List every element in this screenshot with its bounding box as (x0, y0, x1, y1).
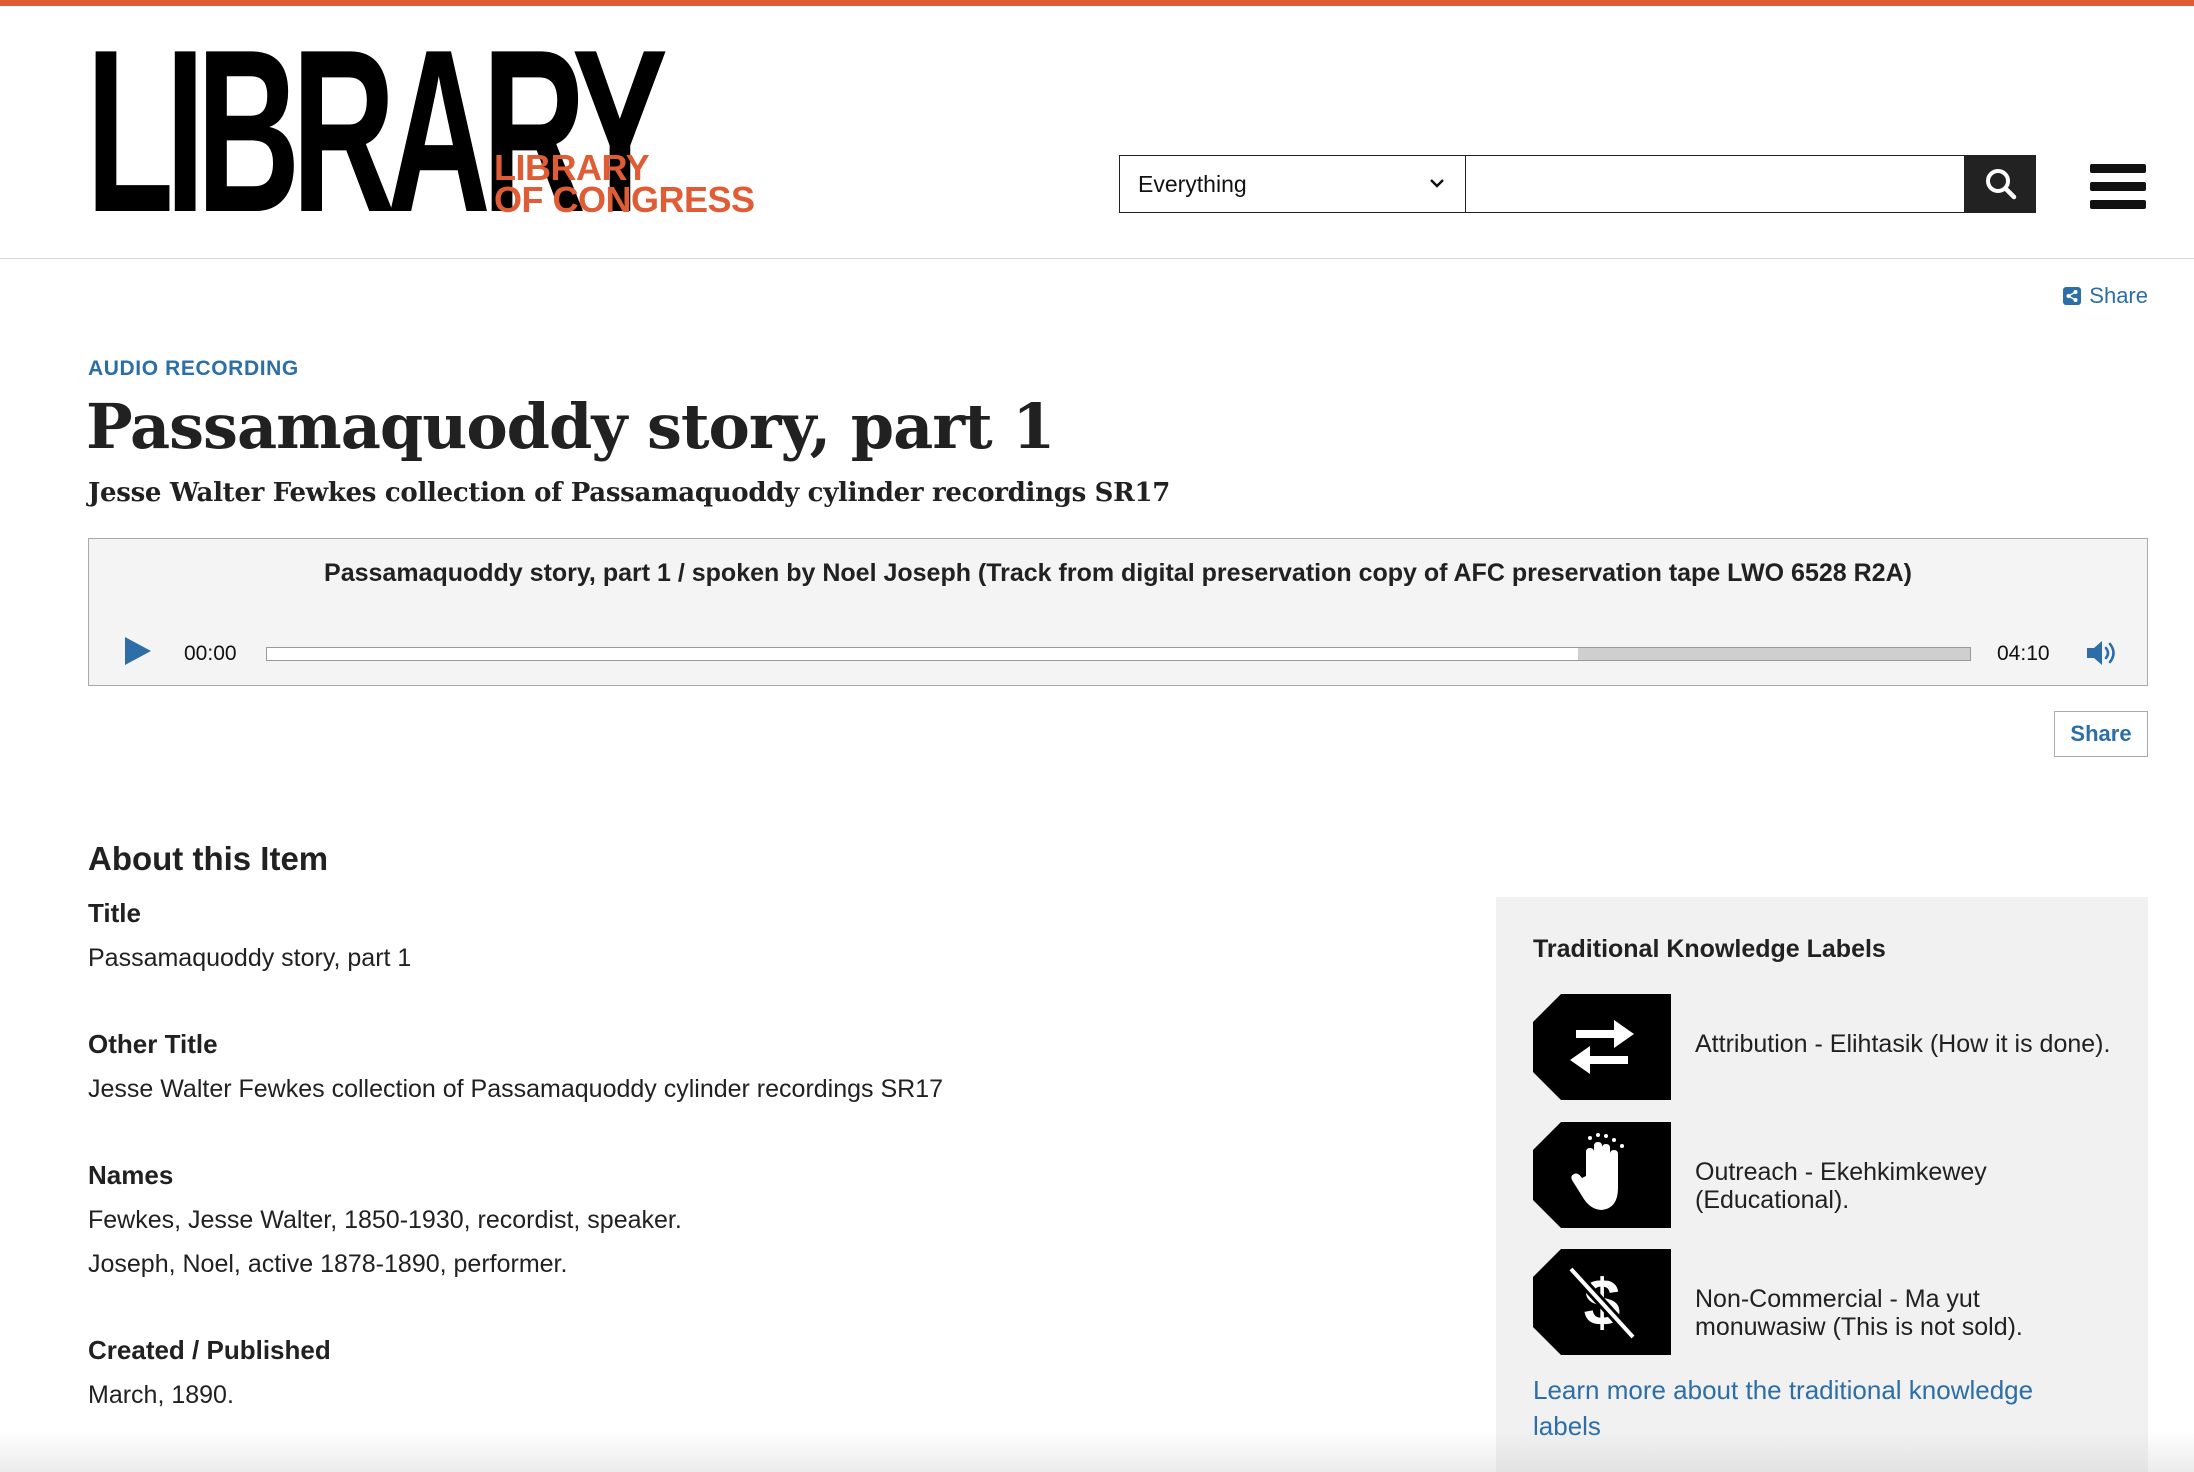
outreach-hand-icon (1533, 1122, 1671, 1228)
field-label-title: Title (88, 898, 141, 928)
library-of-congress-logo[interactable]: LIBRARY OF CONGRESS (494, 150, 755, 220)
logo-line-2: OF CONGRESS (494, 179, 755, 220)
field-label-names: Names (88, 1160, 174, 1190)
tk-label-text: Outreach - Ekehkimkewey (Educational). (1695, 1158, 1987, 1214)
field-label-other-title: Other Title (88, 1029, 218, 1059)
bottom-fade (0, 1430, 2194, 1472)
search-button[interactable] (1965, 155, 2036, 213)
field-label-created-published: Created / Published (88, 1335, 331, 1365)
tk-label-item[interactable]: Outreach - Ekehkimkewey (Educational). (1533, 1122, 2123, 1228)
current-time: 00:00 (184, 642, 237, 665)
duration: 04:10 (1997, 642, 2050, 665)
share-icon (2063, 287, 2082, 305)
site-header: LIBRARY LIBRARY OF CONGRESS Everything (0, 6, 2194, 259)
chevron-down-icon (1430, 179, 1444, 188)
tk-labels-panel: Traditional Knowledge Labels Attribution… (1496, 897, 2148, 1472)
attribution-arrows-icon (1533, 994, 1671, 1100)
share-label: Share (2089, 283, 2148, 308)
search-input[interactable] (1465, 155, 1965, 213)
search-icon (1985, 169, 2016, 200)
field-value-name[interactable]: Joseph, Noel, active 1878-1890, performe… (88, 1250, 567, 1279)
page-subtitle[interactable]: Jesse Walter Fewkes collection of Passam… (88, 478, 1170, 508)
play-icon[interactable] (125, 637, 151, 665)
volume-icon[interactable] (2085, 639, 2119, 667)
buffered-range (1578, 648, 1970, 660)
tk-heading: Traditional Knowledge Labels (1533, 935, 1886, 963)
audio-player: Passamaquoddy story, part 1 / spoken by … (88, 538, 2148, 686)
hamburger-menu-icon[interactable] (2090, 164, 2146, 212)
about-heading: About this Item (88, 840, 329, 877)
progress-bar[interactable] (266, 647, 1971, 661)
field-value-other-title: Jesse Walter Fewkes collection of Passam… (88, 1075, 944, 1103)
field-value-name[interactable]: Fewkes, Jesse Walter, 1850-1930, recordi… (88, 1206, 682, 1235)
field-value-title: Passamaquoddy story, part 1 (88, 944, 412, 972)
field-value-created-published: March, 1890. (88, 1381, 234, 1409)
share-link-top[interactable]: Share (2063, 283, 2148, 309)
non-commercial-dollar-icon: $ (1533, 1249, 1671, 1355)
search-scope-select[interactable]: Everything (1119, 155, 1466, 213)
format-label[interactable]: AUDIO RECORDING (88, 357, 299, 381)
tk-label-item[interactable]: Attribution - Elihtasik (How it is done)… (1533, 994, 2123, 1100)
page-title: Passamaquoddy story, part 1 (86, 390, 1055, 463)
tk-label-item[interactable]: $ Non-Commercial - Ma yut monuwasiw (Thi… (1533, 1249, 2123, 1355)
player-caption: Passamaquoddy story, part 1 / spoken by … (324, 559, 1912, 587)
tk-label-text: Non-Commercial - Ma yut monuwasiw (This … (1695, 1285, 2023, 1341)
search-scope-value: Everything (1138, 170, 1247, 197)
share-button[interactable]: Share (2054, 711, 2148, 757)
tk-label-text: Attribution - Elihtasik (How it is done)… (1695, 1030, 2111, 1058)
library-logo-wordmark[interactable]: LIBRARY (86, 16, 668, 248)
